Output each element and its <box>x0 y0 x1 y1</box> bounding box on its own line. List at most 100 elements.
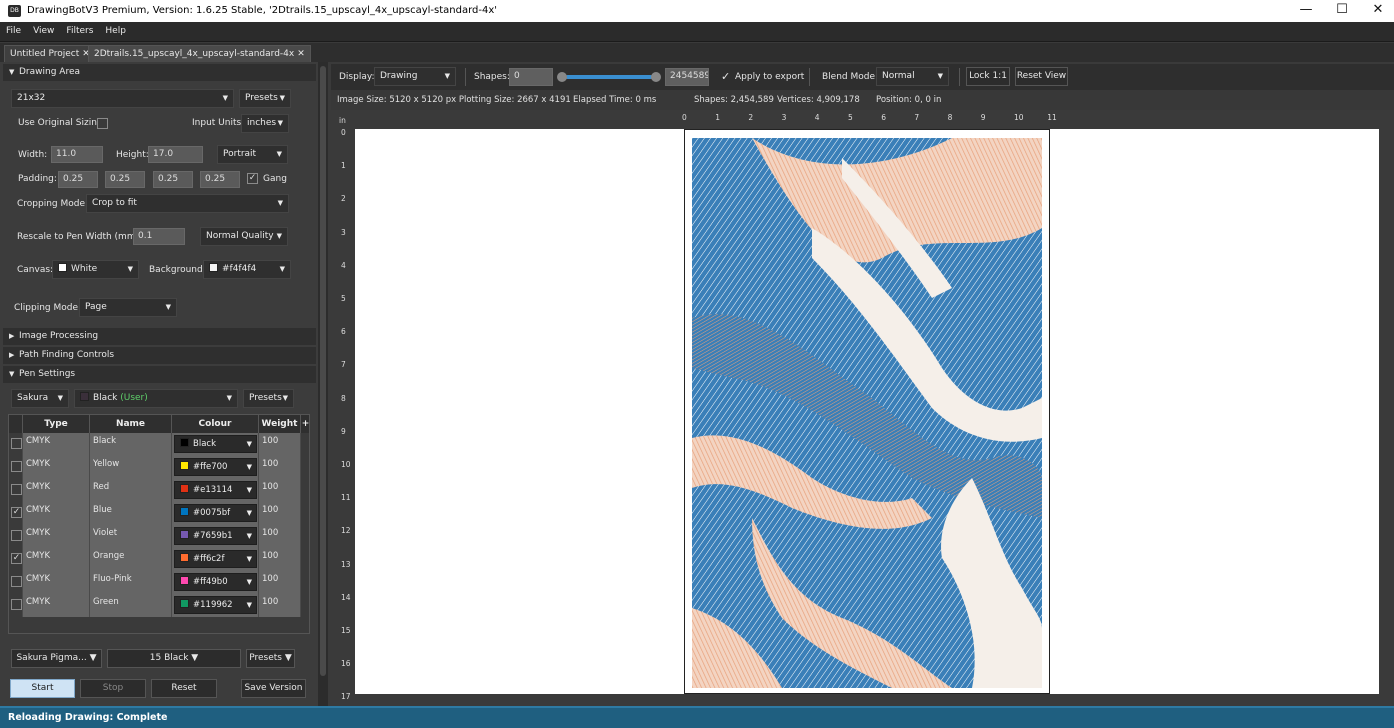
pen-row[interactable]: CMYK Green #119962 ▼ 100 <box>9 594 301 617</box>
pen-weight[interactable]: 100 <box>259 479 301 502</box>
section-image-processing[interactable]: ▶ Image Processing <box>3 328 316 345</box>
pen-enabled-checkbox[interactable] <box>11 484 22 495</box>
pen-set-brand-dropdown[interactable]: Sakura Pigma... ▼ <box>11 649 102 668</box>
slider-handle-min[interactable] <box>557 72 567 82</box>
display-dropdown[interactable]: Drawing ▼ <box>374 67 456 86</box>
close-tab-icon[interactable]: ✕ <box>297 49 305 59</box>
pen-colour-dropdown[interactable]: #0075bf ▼ <box>174 504 257 522</box>
pen-enabled-checkbox[interactable] <box>11 438 22 449</box>
pen-weight[interactable]: 100 <box>259 594 301 617</box>
use-original-sizing-checkbox[interactable] <box>97 118 108 129</box>
tab-2dtrails[interactable]: 2Dtrails.15_upscayl_4x_upscayl-standard-… <box>88 45 311 62</box>
pen-name[interactable]: Violet <box>90 525 172 548</box>
drawing-presets-button[interactable]: Presets ▼ <box>239 89 291 108</box>
pen-colour-dropdown[interactable]: #ff6c2f ▼ <box>174 550 257 568</box>
save-version-button[interactable]: Save Version <box>241 679 306 698</box>
size-preset-dropdown[interactable]: 21x32 ▼ <box>11 89 234 108</box>
pen-row[interactable]: CMYK Fluo-Pink #ff49b0 ▼ 100 <box>9 571 301 594</box>
pen-presets-button[interactable]: Presets ▼ <box>243 389 294 408</box>
pen-row[interactable]: CMYK Yellow #ffe700 ▼ 100 <box>9 456 301 479</box>
quality-dropdown[interactable]: Normal Quality ▼ <box>200 227 288 246</box>
pen-colour-dropdown[interactable]: #7659b1 ▼ <box>174 527 257 545</box>
pen-enabled-checkbox[interactable]: ✓ <box>11 507 22 518</box>
section-path-finding[interactable]: ▶ Path Finding Controls <box>3 347 316 364</box>
pen-colour-dropdown[interactable]: Black ▼ <box>174 435 257 453</box>
pen-weight[interactable]: 100 <box>259 433 301 456</box>
chevron-down-icon: ▼ <box>937 72 943 80</box>
slider-handle-max[interactable] <box>651 72 661 82</box>
shapes-max-field[interactable]: 2454589 <box>665 68 709 86</box>
reset-button[interactable]: Reset <box>151 679 217 698</box>
left-panel-scrollbar[interactable] <box>318 62 328 706</box>
pen-brand-dropdown[interactable]: Sakura ▼ <box>11 389 69 408</box>
pen-set-presets-button[interactable]: Presets ▼ <box>246 649 295 668</box>
pen-row[interactable]: ✓ CMYK Orange #ff6c2f ▼ 100 <box>9 548 301 571</box>
pen-set-dropdown[interactable]: 15 Black ▼ <box>107 649 241 668</box>
input-units-dropdown[interactable]: inches ▼ <box>241 114 289 133</box>
cropping-mode-dropdown[interactable]: Crop to fit ▼ <box>86 194 289 213</box>
pen-enabled-checkbox[interactable] <box>11 530 22 541</box>
gang-checkbox[interactable]: ✓ <box>247 173 258 184</box>
padding-top-field[interactable]: 0.25 <box>58 171 98 188</box>
pen-colour-dropdown[interactable]: #119962 ▼ <box>174 596 257 614</box>
shapes-min-field[interactable]: 0 <box>509 68 553 86</box>
stop-button[interactable]: Stop <box>80 679 146 698</box>
pen-row[interactable]: ✓ CMYK Blue #0075bf ▼ 100 <box>9 502 301 525</box>
menu-view[interactable]: View <box>27 22 60 41</box>
width-field[interactable]: 11.0 <box>51 146 103 163</box>
add-pen-icon[interactable]: + <box>301 415 309 433</box>
close-window-button[interactable]: ✕ <box>1360 0 1394 22</box>
pen-enabled-checkbox[interactable]: ✓ <box>11 553 22 564</box>
pen-dropdown[interactable]: Black (User) ▼ <box>74 389 238 408</box>
padding-bottom-field[interactable]: 0.25 <box>153 171 193 188</box>
column-header-type[interactable]: Type <box>23 415 90 433</box>
pen-name[interactable]: Blue <box>90 502 172 525</box>
pen-row[interactable]: CMYK Violet #7659b1 ▼ 100 <box>9 525 301 548</box>
lock-ratio-button[interactable]: Lock 1:1 <box>966 67 1010 86</box>
pen-name[interactable]: Orange <box>90 548 172 571</box>
start-button[interactable]: Start <box>10 679 75 698</box>
menu-filters[interactable]: Filters <box>60 22 99 41</box>
pen-row[interactable]: CMYK Black Black ▼ 100 <box>9 433 301 456</box>
orientation-dropdown[interactable]: Portrait ▼ <box>217 145 288 164</box>
pen-weight[interactable]: 100 <box>259 456 301 479</box>
background-color-dropdown[interactable]: #f4f4f4 ▼ <box>203 260 291 279</box>
shapes-slider[interactable] <box>557 72 661 82</box>
pen-name[interactable]: Green <box>90 594 172 617</box>
pen-enabled-checkbox[interactable] <box>11 461 22 472</box>
tab-untitled-project[interactable]: Untitled Project ✕ <box>4 45 96 62</box>
column-header-colour[interactable]: Colour <box>172 415 259 433</box>
height-field[interactable]: 17.0 <box>148 146 203 163</box>
apply-export-checkbox[interactable]: ✓ <box>721 70 730 83</box>
reset-view-button[interactable]: Reset View <box>1015 67 1068 86</box>
pen-colour-dropdown[interactable]: #e13114 ▼ <box>174 481 257 499</box>
pen-name[interactable]: Red <box>90 479 172 502</box>
clipping-mode-dropdown[interactable]: Page ▼ <box>79 298 177 317</box>
pen-weight[interactable]: 100 <box>259 571 301 594</box>
minimize-button[interactable]: — <box>1288 0 1324 22</box>
column-header-weight[interactable]: Weight <box>259 415 301 433</box>
pen-row[interactable]: CMYK Red #e13114 ▼ 100 <box>9 479 301 502</box>
scrollbar-thumb[interactable] <box>320 66 326 676</box>
column-header-name[interactable]: Name <box>90 415 172 433</box>
padding-left-field[interactable]: 0.25 <box>200 171 240 188</box>
section-pen-settings[interactable]: ▼ Pen Settings <box>3 366 316 383</box>
maximize-button[interactable]: ☐ <box>1324 0 1360 22</box>
pen-name[interactable]: Yellow <box>90 456 172 479</box>
pen-colour-dropdown[interactable]: #ffe700 ▼ <box>174 458 257 476</box>
pen-enabled-checkbox[interactable] <box>11 576 22 587</box>
pen-weight[interactable]: 100 <box>259 548 301 571</box>
menu-file[interactable]: File <box>0 22 27 41</box>
rescale-field[interactable]: 0.1 <box>133 228 185 245</box>
pen-weight[interactable]: 100 <box>259 525 301 548</box>
pen-weight[interactable]: 100 <box>259 502 301 525</box>
menu-help[interactable]: Help <box>99 22 132 41</box>
blend-mode-dropdown[interactable]: Normal ▼ <box>876 67 949 86</box>
pen-name[interactable]: Fluo-Pink <box>90 571 172 594</box>
pen-name[interactable]: Black <box>90 433 172 456</box>
padding-right-field[interactable]: 0.25 <box>105 171 145 188</box>
canvas-color-dropdown[interactable]: White ▼ <box>52 260 139 279</box>
pen-colour-dropdown[interactable]: #ff49b0 ▼ <box>174 573 257 591</box>
pen-enabled-checkbox[interactable] <box>11 599 22 610</box>
section-drawing-area[interactable]: ▼ Drawing Area <box>3 64 316 81</box>
